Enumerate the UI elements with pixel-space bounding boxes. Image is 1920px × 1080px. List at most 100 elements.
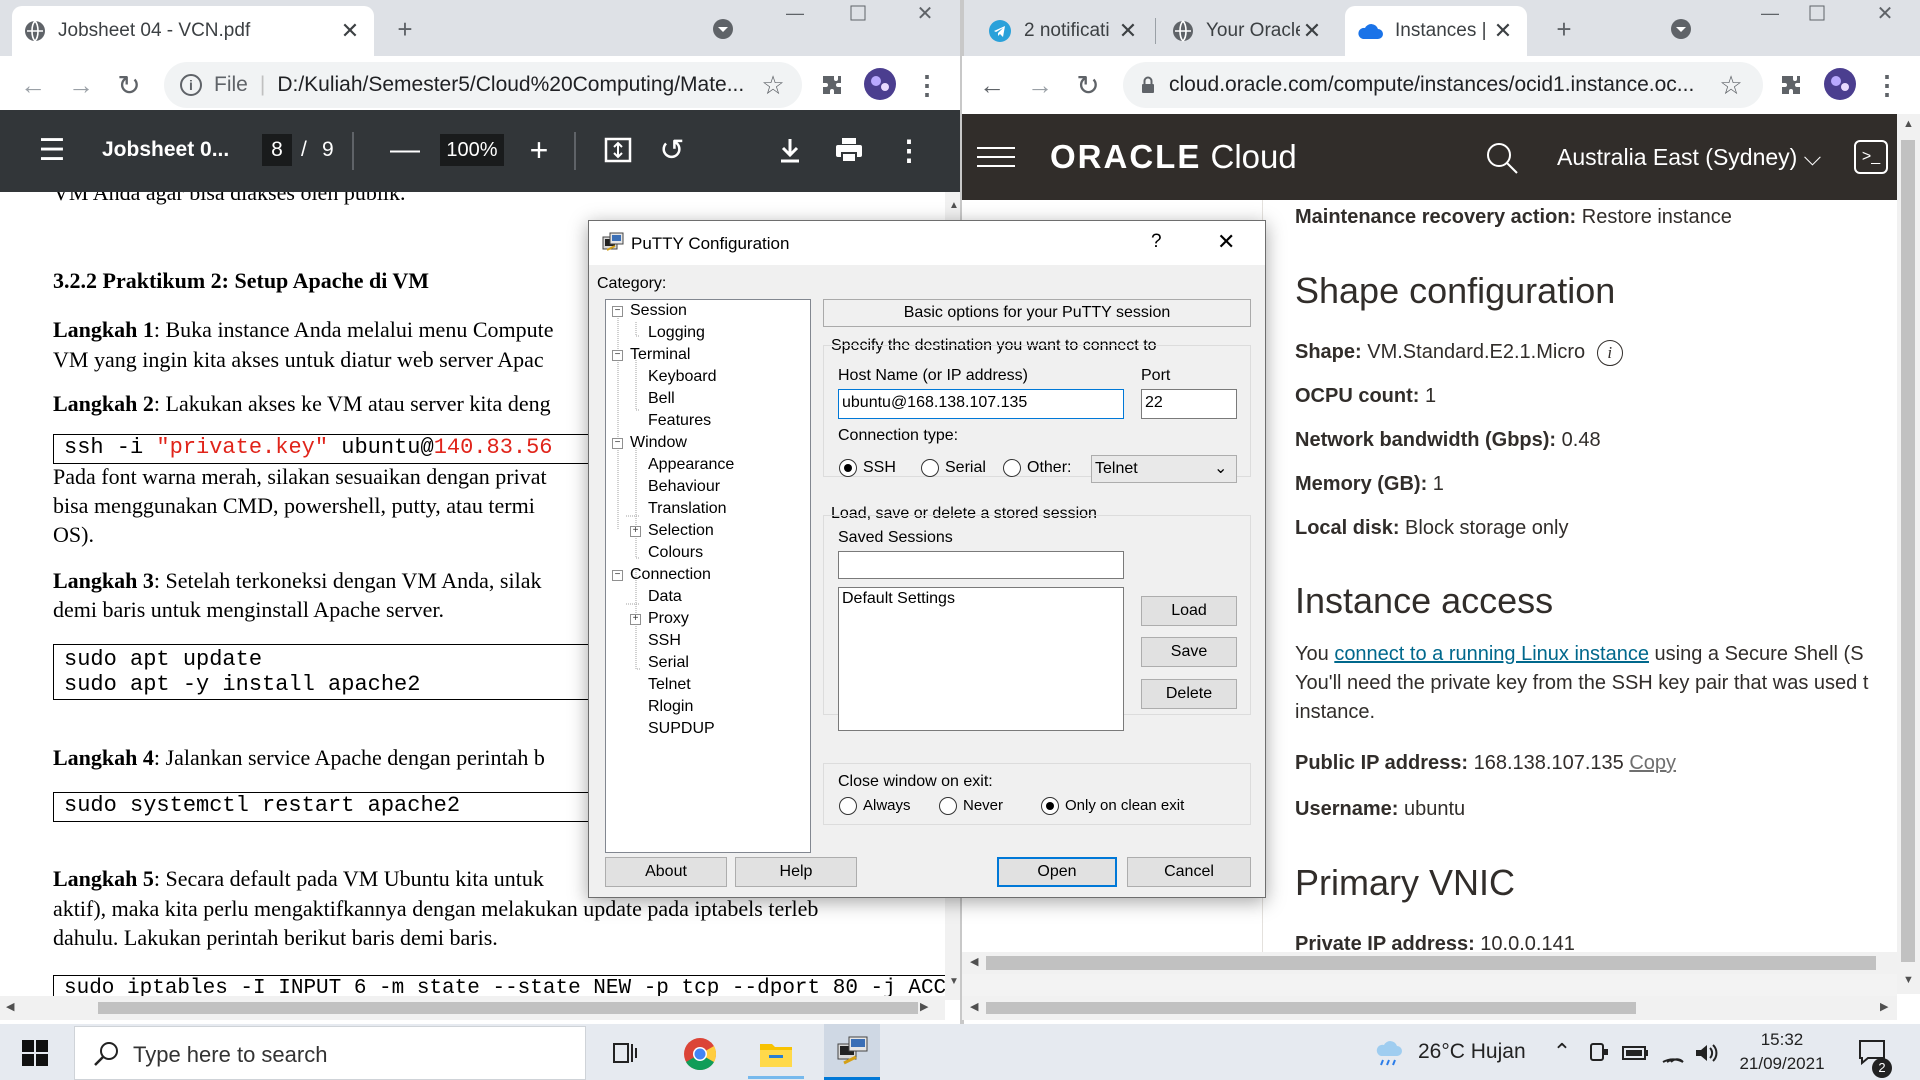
close-tab-icon[interactable]: ✕ — [338, 18, 362, 44]
radio-clean-exit[interactable] — [1041, 797, 1059, 815]
maximize-icon[interactable] — [838, 0, 878, 26]
expand-ssh-icon[interactable]: + — [630, 614, 641, 625]
volume-icon[interactable] — [1694, 1040, 1720, 1066]
maximize-icon[interactable] — [1797, 0, 1837, 26]
tree-item-connection[interactable]: Connection — [630, 566, 711, 584]
radio-serial[interactable] — [921, 459, 939, 477]
copy-ip-link[interactable]: Copy — [1629, 752, 1676, 774]
minimize-icon[interactable]: — — [775, 0, 815, 26]
zoom-input[interactable]: 100% — [440, 134, 504, 166]
session-item-default[interactable]: Default Settings — [842, 590, 1120, 608]
oracle-cloud-logo[interactable]: ORACLE Cloud — [1050, 138, 1297, 176]
port-input[interactable]: 22 — [1141, 389, 1237, 419]
tree-item-selection[interactable]: Selection — [648, 522, 714, 540]
expand-selection-icon[interactable]: + — [630, 526, 641, 537]
collapse-window-icon[interactable]: − — [612, 438, 623, 449]
forward-icon[interactable]: → — [1023, 68, 1057, 102]
weather-rain-icon[interactable] — [1372, 1038, 1406, 1068]
close-tab-icon[interactable]: ✕ — [1491, 18, 1515, 44]
scroll-down-arrow-icon[interactable]: ▼ — [949, 976, 959, 987]
cloud-shell-icon[interactable]: >_ — [1854, 140, 1888, 174]
menu-kebab-icon[interactable]: ⋮ — [912, 68, 942, 102]
reload-icon[interactable]: ↻ — [112, 68, 146, 102]
new-tab-icon[interactable]: + — [390, 14, 420, 44]
radio-never[interactable] — [939, 797, 957, 815]
radio-other[interactable] — [1003, 459, 1021, 477]
help-button[interactable]: Help — [735, 857, 857, 887]
scroll-up-arrow-icon[interactable]: ▲ — [1903, 118, 1914, 130]
address-bar[interactable]: i File | D:/Kuliah/Semester5/Cloud%20Com… — [164, 62, 802, 108]
profile-avatar[interactable] — [862, 66, 898, 102]
collapse-session-icon[interactable]: − — [612, 306, 623, 317]
tab-instances[interactable]: Instances | ✕ — [1345, 6, 1527, 56]
tab-search-icon[interactable] — [1666, 14, 1696, 44]
host-input[interactable]: ubuntu@168.138.107.135 — [838, 389, 1124, 419]
battery-icon[interactable] — [1622, 1040, 1650, 1066]
close-window-icon[interactable]: ✕ — [1865, 0, 1905, 26]
tree-item-bell[interactable]: Bell — [648, 390, 675, 408]
file-explorer-icon[interactable] — [758, 1036, 794, 1072]
rotate-icon[interactable]: ↺ — [656, 134, 688, 167]
tree-item-session[interactable]: Session — [630, 302, 687, 320]
load-button[interactable]: Load — [1141, 596, 1237, 626]
scroll-down-arrow-icon[interactable]: ▼ — [1903, 974, 1914, 986]
tree-item-terminal[interactable]: Terminal — [630, 346, 690, 364]
tree-item-translation[interactable]: Translation — [648, 500, 727, 518]
tree-item-rlogin[interactable]: Rlogin — [648, 698, 693, 716]
profile-avatar[interactable] — [1822, 66, 1858, 102]
minimize-icon[interactable]: — — [1750, 0, 1790, 26]
hamburger-menu-icon[interactable] — [976, 142, 1016, 172]
region-selector[interactable]: Australia East (Sydney) ⌵ — [1557, 144, 1821, 171]
tree-item-supdup[interactable]: SUPDUP — [648, 720, 715, 738]
info-icon[interactable]: i — [1596, 340, 1623, 366]
scroll-up-arrow-icon[interactable]: ▲ — [949, 200, 959, 211]
wifi-icon[interactable] — [1660, 1040, 1686, 1066]
tree-item-serial[interactable]: Serial — [648, 654, 689, 672]
menu-kebab-icon[interactable]: ⋮ — [1872, 68, 1902, 102]
category-tree[interactable]: − − − + − + Session Logging Terminal Key… — [605, 299, 811, 853]
tree-item-behaviour[interactable]: Behaviour — [648, 478, 720, 496]
extensions-icon[interactable] — [1774, 68, 1808, 102]
print-icon[interactable] — [832, 134, 866, 166]
clock-time[interactable]: 15:32 — [1736, 1030, 1828, 1050]
close-tab-icon[interactable]: ✕ — [1300, 18, 1324, 44]
scroll-thumb[interactable] — [986, 1002, 1636, 1014]
scroll-thumb[interactable] — [1901, 140, 1915, 962]
scroll-left-arrow-icon[interactable]: ◀ — [970, 955, 978, 968]
delete-button[interactable]: Delete — [1141, 679, 1237, 709]
inner-horizontal-scrollbar[interactable]: ◀ — [962, 952, 1897, 974]
sessions-list[interactable]: Default Settings — [838, 587, 1124, 731]
new-tab-icon[interactable]: + — [1549, 14, 1579, 44]
close-dialog-icon[interactable]: ✕ — [1217, 229, 1235, 255]
tree-item-ssh[interactable]: SSH — [648, 632, 681, 650]
scroll-right-arrow-icon[interactable]: ▶ — [920, 1000, 928, 1013]
taskbar-search-box[interactable]: Type here to search — [74, 1026, 586, 1080]
search-icon[interactable] — [1482, 138, 1522, 178]
save-button[interactable]: Save — [1141, 637, 1237, 667]
clock-date[interactable]: 21/09/2021 — [1730, 1054, 1834, 1074]
tree-item-colours[interactable]: Colours — [648, 544, 703, 562]
chrome-icon[interactable] — [682, 1036, 718, 1072]
tree-item-appearance[interactable]: Appearance — [648, 456, 734, 474]
scroll-thumb[interactable] — [98, 1002, 918, 1014]
tree-item-window[interactable]: Window — [630, 434, 687, 452]
pdf-horizontal-scrollbar[interactable]: ◀ ▶ — [0, 996, 945, 1020]
oracle-vertical-scrollbar[interactable]: ▲ ▼ — [1897, 114, 1920, 994]
tree-item-data[interactable]: Data — [648, 588, 682, 606]
windows-start-icon[interactable] — [20, 1038, 50, 1068]
zoom-out-icon[interactable]: — — [390, 133, 420, 166]
bookmark-star-icon[interactable]: ☆ — [756, 68, 790, 102]
saved-session-input[interactable] — [838, 551, 1124, 579]
close-tab-icon[interactable]: ✕ — [1116, 18, 1140, 44]
more-options-icon[interactable]: ⋮ — [894, 134, 924, 166]
page-horizontal-scrollbar[interactable]: ◀ ▶ — [962, 996, 1897, 1020]
forward-icon[interactable]: → — [64, 68, 98, 102]
radio-always[interactable] — [839, 797, 857, 815]
tab-notifications[interactable]: 2 notificati ✕ — [976, 6, 1152, 56]
cancel-button[interactable]: Cancel — [1127, 857, 1251, 887]
scroll-left-arrow-icon[interactable]: ◀ — [970, 1000, 978, 1013]
extensions-icon[interactable] — [815, 68, 849, 102]
task-view-icon[interactable] — [608, 1038, 640, 1068]
scroll-left-arrow-icon[interactable]: ◀ — [6, 1000, 14, 1013]
putty-taskbar-button[interactable] — [824, 1024, 880, 1080]
